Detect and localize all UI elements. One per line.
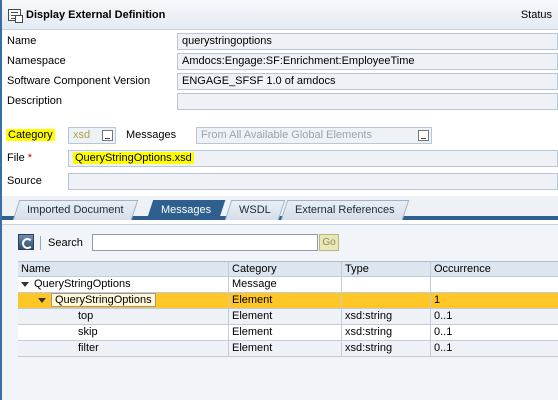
file-label: File * [7, 152, 32, 164]
category-label: Category [6, 129, 55, 141]
row-category: Element [229, 341, 342, 357]
tab-imported-document[interactable]: Imported Document [12, 200, 138, 220]
tab-messages[interactable]: Messages [146, 200, 226, 220]
namespace-label: Namespace [7, 55, 66, 67]
expand-triangle-icon[interactable] [38, 297, 46, 303]
tab-strip: Imported Document Messages WSDL External… [2, 196, 558, 220]
tab-wsdl[interactable]: WSDL [224, 200, 286, 220]
toolbar-separator [40, 236, 41, 250]
messages-label: Messages [126, 129, 177, 141]
column-header-type[interactable]: Type [342, 261, 431, 277]
tab-label: Messages [161, 204, 212, 216]
row-type: xsd:string [342, 325, 431, 341]
description-row: Description [2, 92, 558, 112]
row-occurrence: 0..1 [431, 309, 558, 325]
file-row: File * QueryStringOptions.xsd [2, 149, 558, 169]
refresh-icon[interactable] [18, 234, 34, 250]
table-row[interactable]: filter Element xsd:string 0..1 [18, 341, 558, 357]
messages-panel: Search Go Name Category Type Occurrence … [2, 224, 558, 400]
source-field[interactable] [68, 173, 558, 190]
file-label-text: File [7, 152, 25, 164]
row-type [342, 277, 431, 293]
swcv-row: Software Component Version ENGAGE_SFSF 1… [2, 72, 558, 92]
window-title: Display External Definition [26, 9, 166, 21]
row-name: QueryStringOptions [34, 278, 131, 290]
title-bar: Display External Definition Status [2, 0, 558, 30]
tab-label: WSDL [239, 204, 271, 216]
row-category: Element [229, 293, 342, 309]
required-marker: * [27, 152, 33, 164]
file-value: QueryStringOptions.xsd [73, 152, 194, 164]
table-row[interactable]: QueryStringOptions Message [18, 277, 558, 293]
row-name-cell: QueryStringOptions [18, 277, 229, 293]
tab-label: Imported Document [27, 204, 124, 216]
table-header: Name Category Type Occurrence [18, 261, 558, 277]
row-occurrence: 1 [431, 293, 558, 309]
swcv-field[interactable]: ENGAGE_SFSF 1.0 of amdocs [177, 73, 558, 90]
status-label: Status [520, 9, 552, 21]
column-header-category[interactable]: Category [229, 261, 342, 277]
row-name: QueryStringOptions [51, 293, 156, 307]
row-category: Element [229, 325, 342, 341]
row-occurrence [431, 277, 558, 293]
dropdown-arrow-icon[interactable] [418, 130, 429, 141]
file-field[interactable]: QueryStringOptions.xsd [68, 150, 558, 167]
description-field[interactable] [177, 93, 558, 110]
table-toolbar: Search Go [2, 232, 558, 254]
source-row: Source [2, 172, 558, 192]
row-name: filter [18, 341, 229, 357]
column-header-name[interactable]: Name [18, 261, 229, 277]
category-dropdown[interactable]: xsd [68, 127, 116, 144]
table-row[interactable]: top Element xsd:string 0..1 [18, 309, 558, 325]
tab-external-references[interactable]: External References [280, 200, 409, 220]
column-header-occurrence[interactable]: Occurrence [431, 261, 558, 277]
messages-table: Name Category Type Occurrence QueryStrin… [18, 261, 558, 357]
source-label: Source [7, 175, 42, 187]
display-definition-icon [8, 9, 23, 23]
row-type [342, 293, 431, 309]
name-label: Name [7, 35, 37, 47]
row-type: xsd:string [342, 341, 431, 357]
namespace-field[interactable]: Amdocs:Engage:SF:Enrichment:EmployeeTime [177, 53, 558, 70]
search-label: Search [48, 237, 83, 249]
row-occurrence: 0..1 [431, 341, 558, 357]
category-row: Category xsd Messages From All Available… [2, 126, 558, 146]
category-value: xsd [73, 129, 91, 141]
messages-value: From All Available Global Elements [201, 129, 372, 141]
name-field[interactable]: querystringoptions [177, 33, 558, 50]
swcv-label: Software Component Version [7, 75, 151, 87]
table-row-selected[interactable]: QueryStringOptions Element 1 [18, 293, 558, 309]
table-row[interactable]: skip Element xsd:string 0..1 [18, 325, 558, 341]
row-name-cell: QueryStringOptions [18, 293, 229, 309]
search-input[interactable] [92, 234, 318, 251]
dropdown-arrow-icon[interactable] [102, 130, 113, 141]
row-name: skip [18, 325, 229, 341]
row-occurrence: 0..1 [431, 325, 558, 341]
name-row: Name querystringoptions [2, 32, 558, 52]
namespace-row: Namespace Amdocs:Engage:SF:Enrichment:Em… [2, 52, 558, 72]
row-name: top [18, 309, 229, 325]
row-category: Message [229, 277, 342, 293]
tab-label: External References [295, 204, 395, 216]
row-type: xsd:string [342, 309, 431, 325]
row-category: Element [229, 309, 342, 325]
go-button[interactable]: Go [319, 234, 339, 251]
expand-triangle-icon[interactable] [21, 281, 29, 287]
messages-dropdown[interactable]: From All Available Global Elements [196, 127, 432, 144]
description-label: Description [7, 95, 63, 107]
